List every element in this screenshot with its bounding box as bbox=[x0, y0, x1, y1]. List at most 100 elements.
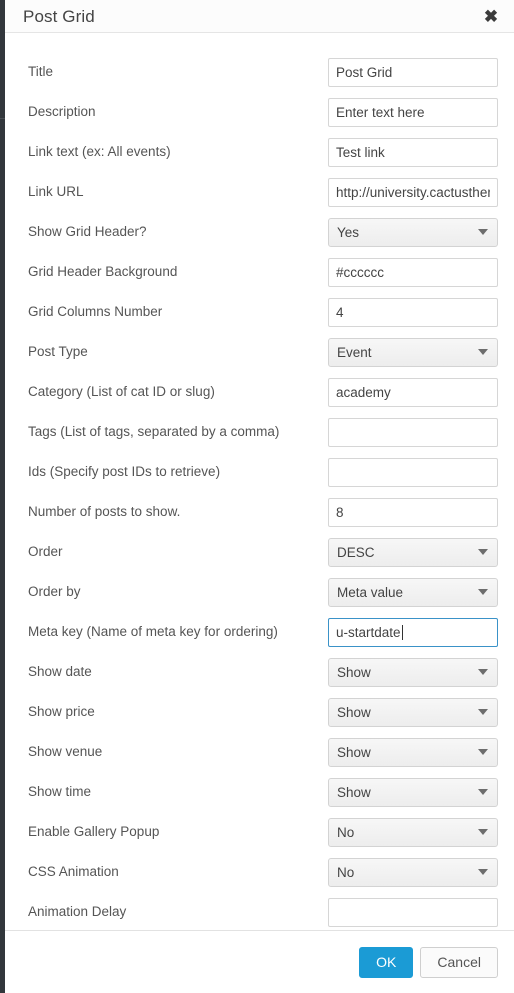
select-order[interactable]: DESC bbox=[328, 537, 498, 567]
modal-footer: OK Cancel bbox=[5, 930, 514, 993]
input-ids[interactable] bbox=[328, 457, 498, 487]
ok-button[interactable]: OK bbox=[359, 946, 414, 978]
field-label-link-url: Link URL bbox=[28, 183, 84, 199]
select-post-type[interactable]: Event bbox=[328, 337, 498, 367]
field-row-show-grid-header: Show Grid Header? Yes bbox=[21, 212, 498, 252]
select-show-price[interactable]: Show bbox=[328, 697, 498, 727]
field-label-show-date: Show date bbox=[28, 663, 92, 679]
chevron-down-icon bbox=[478, 709, 488, 715]
field-label-order: Order bbox=[28, 543, 63, 559]
input-category[interactable] bbox=[328, 377, 498, 407]
select-value-show-date: Show bbox=[337, 664, 371, 680]
field-control-tags bbox=[328, 417, 498, 447]
field-row-post-type: Post Type Event bbox=[21, 332, 498, 372]
field-label-css-animation: CSS Animation bbox=[28, 863, 119, 879]
select-value-show-venue: Show bbox=[337, 744, 371, 760]
select-value-show-price: Show bbox=[337, 704, 371, 720]
field-label-grid-columns-number: Grid Columns Number bbox=[28, 303, 163, 319]
input-link-url[interactable] bbox=[328, 177, 498, 207]
chevron-down-icon bbox=[478, 869, 488, 875]
field-row-tags: Tags (List of tags, separated by a comma… bbox=[21, 412, 498, 452]
input-description[interactable] bbox=[328, 97, 498, 127]
select-show-date[interactable]: Show bbox=[328, 657, 498, 687]
field-control-category bbox=[328, 377, 498, 407]
select-value-post-type: Event bbox=[337, 344, 372, 360]
field-label-show-time: Show time bbox=[28, 783, 92, 799]
field-control-post-type: Event bbox=[328, 337, 498, 367]
select-value-order: DESC bbox=[337, 544, 375, 560]
select-value-css-animation: No bbox=[337, 864, 355, 880]
field-label-tags: Tags (List of tags, separated by a comma… bbox=[28, 423, 280, 439]
close-icon[interactable]: ✖ bbox=[478, 3, 504, 29]
field-row-animation-delay: Animation Delay bbox=[21, 892, 498, 930]
chevron-down-icon bbox=[478, 589, 488, 595]
field-row-show-price: Show price Show bbox=[21, 692, 498, 732]
field-control-grid-columns-number bbox=[328, 297, 498, 327]
select-value-enable-gallery-popup: No bbox=[337, 824, 355, 840]
select-css-animation[interactable]: No bbox=[328, 857, 498, 887]
select-show-grid-header[interactable]: Yes bbox=[328, 217, 498, 247]
select-show-venue[interactable]: Show bbox=[328, 737, 498, 767]
chevron-down-icon bbox=[478, 349, 488, 355]
field-label-description: Description bbox=[28, 103, 96, 119]
field-label-meta-key: Meta key (Name of meta key for ordering) bbox=[28, 623, 278, 639]
field-control-show-grid-header: Yes bbox=[328, 217, 498, 247]
field-label-title: Title bbox=[28, 63, 54, 79]
modal-body: Title Description Link text (ex: All event… bbox=[5, 33, 514, 930]
chevron-down-icon bbox=[478, 749, 488, 755]
field-row-order: Order DESC bbox=[21, 532, 498, 572]
field-label-show-venue: Show venue bbox=[28, 743, 103, 759]
input-link-text[interactable] bbox=[328, 137, 498, 167]
field-control-enable-gallery-popup: No bbox=[328, 817, 498, 847]
chevron-down-icon bbox=[478, 829, 488, 835]
field-label-category: Category (List of cat ID or slug) bbox=[28, 383, 215, 399]
field-control-show-price: Show bbox=[328, 697, 498, 727]
field-row-grid-header-background: Grid Header Background bbox=[21, 252, 498, 292]
field-control-grid-header-background bbox=[328, 257, 498, 287]
field-row-description: Description bbox=[21, 92, 498, 132]
input-grid-columns-number[interactable] bbox=[328, 297, 498, 327]
field-row-title: Title bbox=[21, 52, 498, 92]
input-tags[interactable] bbox=[328, 417, 498, 447]
field-label-animation-delay: Animation Delay bbox=[28, 903, 127, 919]
input-number-of-posts-to-show[interactable] bbox=[328, 497, 498, 527]
select-value-show-time: Show bbox=[337, 784, 371, 800]
post-grid-modal: Post Grid ✖ Title Description Link text (e… bbox=[5, 0, 514, 993]
field-row-grid-columns-number: Grid Columns Number bbox=[21, 292, 498, 332]
field-row-link-text: Link text (ex: All events) bbox=[21, 132, 498, 172]
field-row-ids: Ids (Specify post IDs to retrieve) bbox=[21, 452, 498, 492]
field-control-show-venue: Show bbox=[328, 737, 498, 767]
field-row-show-venue: Show venue Show bbox=[21, 732, 498, 772]
select-show-time[interactable]: Show bbox=[328, 777, 498, 807]
field-control-link-text bbox=[328, 137, 498, 167]
input-animation-delay[interactable] bbox=[328, 897, 498, 927]
field-label-post-type: Post Type bbox=[28, 343, 88, 359]
field-control-meta-key bbox=[328, 617, 498, 647]
input-title[interactable] bbox=[328, 57, 498, 87]
field-label-show-grid-header: Show Grid Header? bbox=[28, 223, 147, 239]
field-row-category: Category (List of cat ID or slug) bbox=[21, 372, 498, 412]
field-row-number-of-posts-to-show: Number of posts to show. bbox=[21, 492, 498, 532]
field-control-order-by: Meta value bbox=[328, 577, 498, 607]
field-label-grid-header-background: Grid Header Background bbox=[28, 263, 178, 279]
select-enable-gallery-popup[interactable]: No bbox=[328, 817, 498, 847]
field-control-animation-delay bbox=[328, 897, 498, 927]
field-label-show-price: Show price bbox=[28, 703, 95, 719]
field-label-ids: Ids (Specify post IDs to retrieve) bbox=[28, 463, 221, 479]
page-title: Post Grid bbox=[23, 6, 95, 26]
field-label-enable-gallery-popup: Enable Gallery Popup bbox=[28, 823, 160, 839]
input-grid-header-background[interactable] bbox=[328, 257, 498, 287]
select-order-by[interactable]: Meta value bbox=[328, 577, 498, 607]
field-control-link-url bbox=[328, 177, 498, 207]
field-label-number-of-posts-to-show: Number of posts to show. bbox=[28, 503, 181, 519]
field-control-number-of-posts-to-show bbox=[328, 497, 498, 527]
field-control-ids bbox=[328, 457, 498, 487]
input-meta-key[interactable] bbox=[328, 617, 498, 647]
modal-header: Post Grid ✖ bbox=[5, 0, 514, 33]
field-control-show-date: Show bbox=[328, 657, 498, 687]
field-control-show-time: Show bbox=[328, 777, 498, 807]
field-control-order: DESC bbox=[328, 537, 498, 567]
chevron-down-icon bbox=[478, 549, 488, 555]
cancel-button[interactable]: Cancel bbox=[420, 946, 498, 978]
field-row-show-time: Show time Show bbox=[21, 772, 498, 812]
